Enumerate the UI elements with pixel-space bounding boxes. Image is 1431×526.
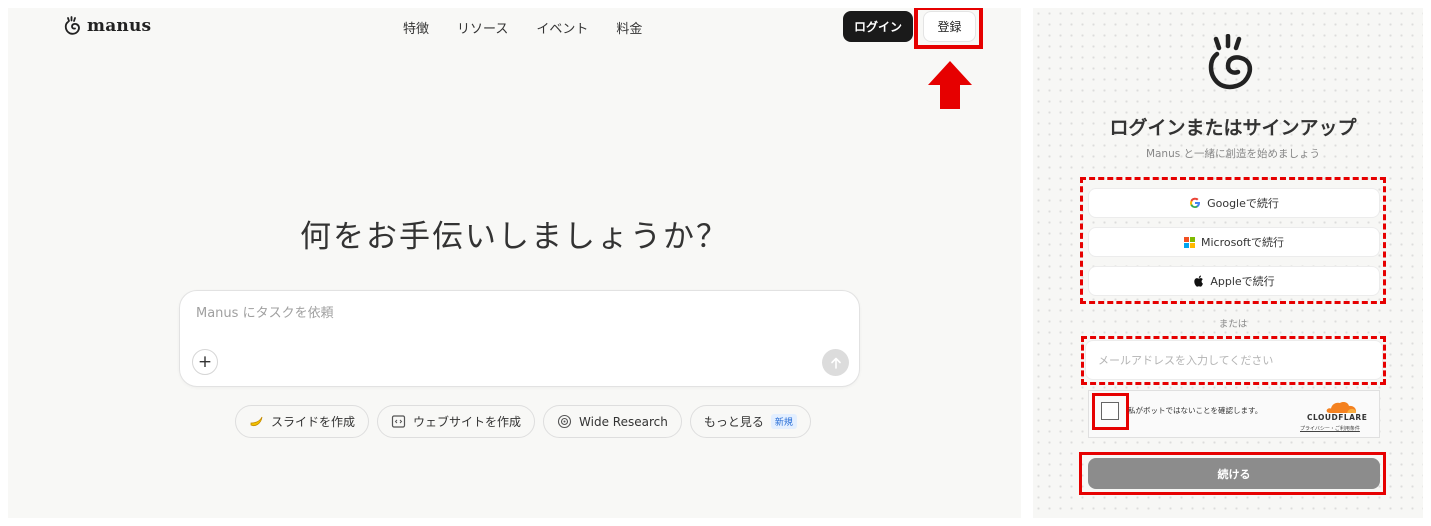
or-divider: または — [1218, 319, 1248, 330]
nav-item-pricing[interactable]: 料金 — [616, 18, 642, 37]
microsoft-icon — [1183, 236, 1195, 248]
hero-heading: 何をお手伝いしましょうか？ — [300, 219, 729, 255]
send-button[interactable] — [822, 349, 849, 376]
new-badge: 新規 — [770, 414, 797, 429]
google-icon — [1190, 197, 1201, 208]
microsoft-signin-button[interactable]: Microsoftで続行 — [1088, 227, 1380, 257]
continue-highlight-box — [1079, 452, 1386, 495]
captcha-label: 私がボットではないことを確認します。 — [1128, 406, 1263, 415]
chip-create-slides[interactable]: スライドを作成 — [235, 405, 370, 438]
plus-icon: + — [197, 352, 213, 372]
manus-hand-icon — [64, 16, 80, 35]
banana-icon — [250, 416, 263, 426]
chip-label: Wide Research — [579, 414, 668, 429]
add-attachment-button[interactable]: + — [192, 349, 218, 375]
email-highlight-box — [1081, 336, 1386, 385]
cloudflare-cloud-icon — [1326, 402, 1356, 413]
chip-label: スライドを作成 — [271, 415, 356, 429]
google-signin-button[interactable]: Googleで続行 — [1088, 188, 1380, 218]
chip-create-website[interactable]: ウェブサイトを作成 — [377, 405, 536, 438]
apple-signin-button[interactable]: Appleで続行 — [1088, 266, 1380, 296]
code-window-icon — [391, 415, 406, 428]
chip-label: ウェブサイトを作成 — [413, 415, 522, 429]
chip-see-more[interactable]: もっと見る 新規 — [689, 405, 811, 438]
google-label: Googleで続行 — [1207, 197, 1279, 210]
annotation-up-arrow-icon — [928, 61, 972, 109]
captcha-widget: 私がボットではないことを確認します。 CLOUDFLARE プライバシー・ご利用… — [1088, 390, 1380, 438]
manus-hand-icon — [1208, 34, 1253, 90]
dialog-subtitle: Manus と一緒に創造を始めましょう — [1145, 148, 1321, 160]
apple-icon — [1194, 275, 1204, 287]
brand-logo[interactable]: manus — [63, 16, 151, 36]
captcha-links[interactable]: プライバシー・ご利用条件 — [1300, 425, 1360, 432]
captcha-highlight-box — [1092, 393, 1129, 430]
landing-page: manus 特徴 リソース イベント 料金 ログイン 登録 何をお手伝いしましょ… — [8, 8, 1021, 518]
chip-wide-research[interactable]: Wide Research — [543, 405, 682, 438]
nav-item-features[interactable]: 特徴 — [403, 18, 429, 37]
radar-icon — [557, 414, 572, 429]
login-dialog: ログインまたはサインアップ Manus と一緒に創造を始めましょう Google… — [1033, 8, 1423, 518]
top-nav: 特徴 リソース イベント 料金 — [403, 18, 642, 37]
login-button[interactable]: ログイン — [843, 11, 913, 42]
arrow-up-icon — [830, 357, 841, 369]
dialog-title: ログインまたはサインアップ — [1109, 117, 1357, 139]
suggestion-chips: スライドを作成 ウェブサイトを作成 Wide Research もっと見る 新規 — [235, 405, 811, 438]
cloudflare-brand: CLOUDFLARE — [1307, 413, 1368, 422]
microsoft-label: Microsoftで続行 — [1200, 236, 1285, 249]
task-prompt-box: + — [179, 290, 860, 387]
register-highlight-box — [914, 8, 983, 49]
nav-item-events[interactable]: イベント — [536, 18, 588, 37]
nav-item-resources[interactable]: リソース — [457, 18, 508, 37]
apple-label: Appleで続行 — [1210, 275, 1275, 288]
brand-name: manus — [87, 16, 152, 36]
task-input[interactable] — [194, 305, 798, 322]
chip-label: もっと見る — [703, 415, 764, 429]
